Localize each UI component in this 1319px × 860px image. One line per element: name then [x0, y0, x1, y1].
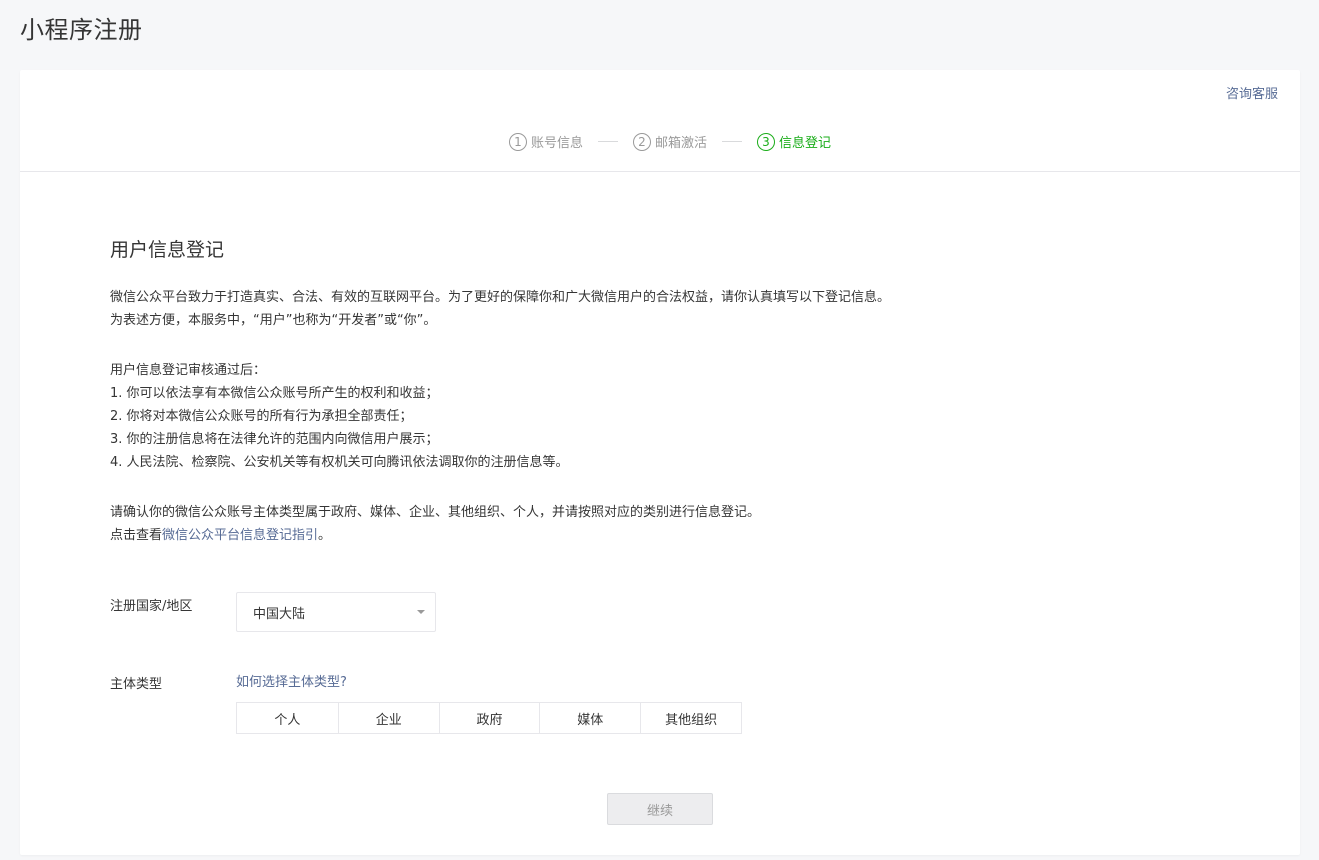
step-number-circle: 3: [757, 132, 775, 151]
country-select[interactable]: 中国大陆: [236, 592, 436, 632]
step-number-circle: 2: [632, 132, 651, 151]
step-label: 信息登记: [779, 136, 832, 151]
country-label: 注册国家/地区: [110, 599, 193, 614]
continue-button[interactable]: 继续: [607, 793, 713, 825]
entity-type-enterprise[interactable]: 企业: [337, 703, 439, 733]
guide-line: 点击查看微信公众平台信息登记指引。: [110, 524, 1110, 547]
step-number-circle: 1: [508, 132, 527, 151]
country-row: 注册国家/地区 中国大陆: [110, 592, 436, 632]
step-connector: [597, 141, 618, 142]
entity-type-label: 主体类型: [110, 677, 163, 692]
entity-type-row: 主体类型 如何选择主体类型? 个人 企业 政府 媒体 其他组织: [110, 671, 742, 734]
rules-line: 4. 人民法院、检察院、公安机关等有权机关可向腾讯依法调取你的注册信息等。: [110, 455, 569, 470]
country-selected-value: 中国大陆: [253, 606, 306, 622]
info-content: 用户信息登记 微信公众平台致力于打造真实、合法、有效的互联网平台。为了更好的保障…: [110, 235, 1110, 547]
step-indicator: 1 账号信息 2 邮箱激活 3 信息登记: [20, 132, 1300, 151]
step-connector: [722, 141, 742, 142]
chevron-down-icon: [417, 610, 425, 614]
step-account-info: 1 账号信息: [508, 132, 583, 151]
rules-line: 2. 你将对本微信公众账号的所有行为承担全部责任；: [110, 409, 413, 424]
step-label: 邮箱激活: [654, 136, 707, 151]
rules-line: 用户信息登记审核通过后：: [110, 363, 267, 378]
consult-service-link[interactable]: 咨询客服: [1226, 83, 1278, 102]
guide-prefix: 点击查看: [110, 528, 163, 543]
section-title: 用户信息登记: [110, 239, 225, 261]
intro-line: 微信公众平台致力于打造真实、合法、有效的互联网平台。为了更好的保障你和广大微信用…: [110, 290, 891, 305]
confirm-paragraph: 请确认你的微信公众账号主体类型属于政府、媒体、企业、其他组织、个人，并请按照对应…: [110, 501, 1110, 547]
rules-line: 3. 你的注册信息将在法律允许的范围内向微信用户展示；: [110, 432, 439, 447]
entity-type-controls: 如何选择主体类型? 个人 企业 政府 媒体 其他组织: [236, 671, 742, 734]
intro-paragraph: 微信公众平台致力于打造真实、合法、有效的互联网平台。为了更好的保障你和广大微信用…: [110, 286, 1110, 332]
guide-suffix: 。: [318, 528, 332, 543]
page-title: 小程序注册: [20, 16, 143, 44]
step-email-activation: 2 邮箱激活: [632, 132, 707, 151]
entity-type-other-org[interactable]: 其他组织: [640, 703, 741, 733]
step-info-registration: 3 信息登记: [757, 132, 831, 151]
confirm-line: 请确认你的微信公众账号主体类型属于政府、媒体、企业、其他组织、个人，并请按照对应…: [110, 505, 761, 520]
entity-type-media[interactable]: 媒体: [539, 703, 641, 733]
entity-type-individual[interactable]: 个人: [237, 703, 338, 733]
rules-paragraph: 用户信息登记审核通过后： 1. 你可以依法享有本微信公众账号所产生的权利和收益；…: [110, 359, 1110, 474]
entity-type-government[interactable]: 政府: [438, 703, 540, 733]
entity-type-help-link[interactable]: 如何选择主体类型?: [236, 671, 742, 690]
intro-line: 为表述方便，本服务中，“用户”也称为“开发者”或“你”。: [110, 313, 437, 328]
registration-card: 咨询客服 1 账号信息 2 邮箱激活 3 信息登记 用户信息登记 微信公众平台致…: [20, 70, 1300, 855]
header-divider: [20, 171, 1300, 172]
rules-line: 1. 你可以依法享有本微信公众账号所产生的权利和收益；: [110, 386, 439, 401]
registration-guide-link[interactable]: 微信公众平台信息登记指引: [162, 528, 318, 543]
entity-type-tabs: 个人 企业 政府 媒体 其他组织: [236, 702, 742, 734]
step-label: 账号信息: [530, 136, 583, 151]
